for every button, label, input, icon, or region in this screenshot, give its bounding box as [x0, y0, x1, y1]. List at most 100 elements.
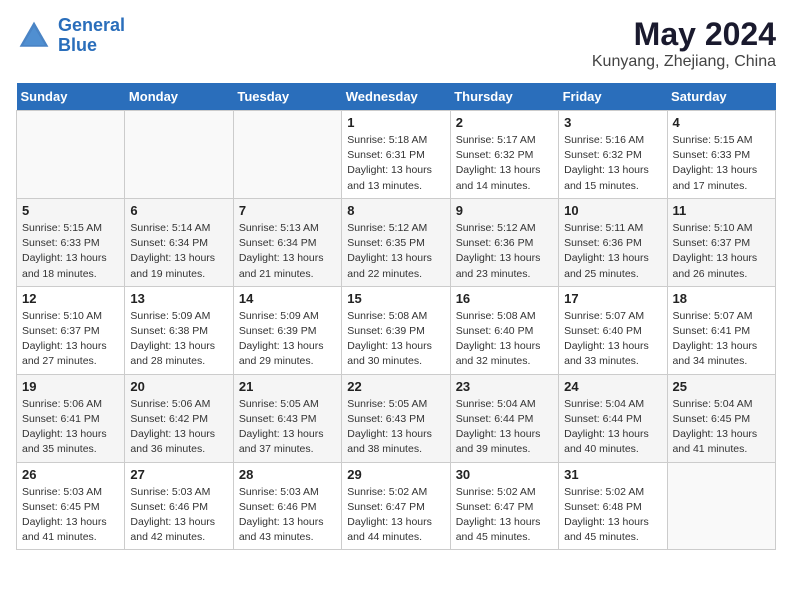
- calendar-cell: 17 Sunrise: 5:07 AM Sunset: 6:40 PM Dayli…: [559, 286, 667, 374]
- day-detail: Sunrise: 5:07 AM Sunset: 6:40 PM Dayligh…: [564, 309, 661, 370]
- day-detail: Sunrise: 5:07 AM Sunset: 6:41 PM Dayligh…: [673, 309, 770, 370]
- day-detail: Sunrise: 5:06 AM Sunset: 6:42 PM Dayligh…: [130, 397, 227, 458]
- day-number: 10: [564, 203, 661, 218]
- day-detail: Sunrise: 5:05 AM Sunset: 6:43 PM Dayligh…: [347, 397, 444, 458]
- header-day-tuesday: Tuesday: [233, 83, 341, 111]
- day-number: 28: [239, 467, 336, 482]
- header: General Blue May 2024 Kunyang, Zhejiang,…: [16, 16, 776, 71]
- calendar-header-row: SundayMondayTuesdayWednesdayThursdayFrid…: [17, 83, 776, 111]
- day-number: 31: [564, 467, 661, 482]
- day-detail: Sunrise: 5:02 AM Sunset: 6:47 PM Dayligh…: [347, 485, 444, 546]
- day-number: 17: [564, 291, 661, 306]
- day-detail: Sunrise: 5:05 AM Sunset: 6:43 PM Dayligh…: [239, 397, 336, 458]
- day-detail: Sunrise: 5:11 AM Sunset: 6:36 PM Dayligh…: [564, 221, 661, 282]
- calendar-cell: [667, 462, 775, 550]
- calendar-cell: 2 Sunrise: 5:17 AM Sunset: 6:32 PM Daylig…: [450, 111, 558, 199]
- week-row-4: 19Sunrise: 5:06 AM Sunset: 6:41 PM Dayli…: [17, 374, 776, 462]
- day-number: 3: [564, 115, 661, 130]
- week-row-2: 5Sunrise: 5:15 AM Sunset: 6:33 PM Daylig…: [17, 198, 776, 286]
- day-number: 19: [22, 379, 119, 394]
- day-detail: Sunrise: 5:09 AM Sunset: 6:38 PM Dayligh…: [130, 309, 227, 370]
- calendar-cell: 7 Sunrise: 5:13 AM Sunset: 6:34 PM Daylig…: [233, 198, 341, 286]
- calendar-cell: 23 Sunrise: 5:04 AM Sunset: 6:44 PM Dayli…: [450, 374, 558, 462]
- day-number: 25: [673, 379, 770, 394]
- calendar-cell: 18Sunrise: 5:07 AM Sunset: 6:41 PM Dayli…: [667, 286, 775, 374]
- title-area: May 2024 Kunyang, Zhejiang, China: [592, 16, 776, 71]
- header-day-friday: Friday: [559, 83, 667, 111]
- calendar-cell: 31 Sunrise: 5:02 AM Sunset: 6:48 PM Dayli…: [559, 462, 667, 550]
- day-number: 11: [673, 203, 770, 218]
- calendar-cell: 11 Sunrise: 5:10 AM Sunset: 6:37 PM Dayli…: [667, 198, 775, 286]
- day-detail: Sunrise: 5:17 AM Sunset: 6:32 PM Dayligh…: [456, 133, 553, 194]
- calendar-cell: 19Sunrise: 5:06 AM Sunset: 6:41 PM Dayli…: [17, 374, 125, 462]
- calendar-cell: 20 Sunrise: 5:06 AM Sunset: 6:42 PM Dayli…: [125, 374, 233, 462]
- day-number: 1: [347, 115, 444, 130]
- day-number: 6: [130, 203, 227, 218]
- calendar-cell: 28Sunrise: 5:03 AM Sunset: 6:46 PM Dayli…: [233, 462, 341, 550]
- calendar-cell: 30 Sunrise: 5:02 AM Sunset: 6:47 PM Dayli…: [450, 462, 558, 550]
- day-detail: Sunrise: 5:10 AM Sunset: 6:37 PM Dayligh…: [673, 221, 770, 282]
- day-detail: Sunrise: 5:04 AM Sunset: 6:44 PM Dayligh…: [456, 397, 553, 458]
- calendar-cell: 5Sunrise: 5:15 AM Sunset: 6:33 PM Daylig…: [17, 198, 125, 286]
- header-day-saturday: Saturday: [667, 83, 775, 111]
- calendar-cell: 10 Sunrise: 5:11 AM Sunset: 6:36 PM Dayli…: [559, 198, 667, 286]
- day-detail: Sunrise: 5:15 AM Sunset: 6:33 PM Dayligh…: [22, 221, 119, 282]
- day-detail: Sunrise: 5:04 AM Sunset: 6:45 PM Dayligh…: [673, 397, 770, 458]
- day-detail: Sunrise: 5:18 AM Sunset: 6:31 PM Dayligh…: [347, 133, 444, 194]
- calendar-cell: 29 Sunrise: 5:02 AM Sunset: 6:47 PM Dayli…: [342, 462, 450, 550]
- header-day-monday: Monday: [125, 83, 233, 111]
- day-detail: Sunrise: 5:03 AM Sunset: 6:45 PM Dayligh…: [22, 485, 119, 546]
- main-title: May 2024: [592, 16, 776, 53]
- calendar-cell: 16 Sunrise: 5:08 AM Sunset: 6:40 PM Dayli…: [450, 286, 558, 374]
- calendar-cell: [17, 111, 125, 199]
- day-number: 30: [456, 467, 553, 482]
- day-number: 7: [239, 203, 336, 218]
- day-detail: Sunrise: 5:02 AM Sunset: 6:47 PM Dayligh…: [456, 485, 553, 546]
- calendar-cell: 1 Sunrise: 5:18 AM Sunset: 6:31 PM Daylig…: [342, 111, 450, 199]
- calendar-cell: 27Sunrise: 5:03 AM Sunset: 6:46 PM Dayli…: [125, 462, 233, 550]
- header-day-sunday: Sunday: [17, 83, 125, 111]
- day-number: 23: [456, 379, 553, 394]
- day-detail: Sunrise: 5:12 AM Sunset: 6:35 PM Dayligh…: [347, 221, 444, 282]
- calendar-cell: 6 Sunrise: 5:14 AM Sunset: 6:34 PM Daylig…: [125, 198, 233, 286]
- day-number: 14: [239, 291, 336, 306]
- day-detail: Sunrise: 5:12 AM Sunset: 6:36 PM Dayligh…: [456, 221, 553, 282]
- week-row-1: 1 Sunrise: 5:18 AM Sunset: 6:31 PM Daylig…: [17, 111, 776, 199]
- day-number: 29: [347, 467, 444, 482]
- day-detail: Sunrise: 5:13 AM Sunset: 6:34 PM Dayligh…: [239, 221, 336, 282]
- calendar-cell: 4 Sunrise: 5:15 AM Sunset: 6:33 PM Daylig…: [667, 111, 775, 199]
- calendar-cell: 3Sunrise: 5:16 AM Sunset: 6:32 PM Daylig…: [559, 111, 667, 199]
- week-row-3: 12 Sunrise: 5:10 AM Sunset: 6:37 PM Dayli…: [17, 286, 776, 374]
- day-number: 12: [22, 291, 119, 306]
- day-detail: Sunrise: 5:10 AM Sunset: 6:37 PM Dayligh…: [22, 309, 119, 370]
- calendar-table: SundayMondayTuesdayWednesdayThursdayFrid…: [16, 83, 776, 550]
- logo-icon: [16, 18, 52, 54]
- week-row-5: 26Sunrise: 5:03 AM Sunset: 6:45 PM Dayli…: [17, 462, 776, 550]
- day-detail: Sunrise: 5:08 AM Sunset: 6:40 PM Dayligh…: [456, 309, 553, 370]
- day-number: 16: [456, 291, 553, 306]
- day-detail: Sunrise: 5:04 AM Sunset: 6:44 PM Dayligh…: [564, 397, 661, 458]
- calendar-cell: 13 Sunrise: 5:09 AM Sunset: 6:38 PM Dayli…: [125, 286, 233, 374]
- calendar-cell: 26Sunrise: 5:03 AM Sunset: 6:45 PM Dayli…: [17, 462, 125, 550]
- day-detail: Sunrise: 5:15 AM Sunset: 6:33 PM Dayligh…: [673, 133, 770, 194]
- day-detail: Sunrise: 5:02 AM Sunset: 6:48 PM Dayligh…: [564, 485, 661, 546]
- header-day-wednesday: Wednesday: [342, 83, 450, 111]
- calendar-cell: [233, 111, 341, 199]
- logo: General Blue: [16, 16, 125, 56]
- day-number: 2: [456, 115, 553, 130]
- calendar-cell: 12 Sunrise: 5:10 AM Sunset: 6:37 PM Dayli…: [17, 286, 125, 374]
- day-number: 21: [239, 379, 336, 394]
- subtitle: Kunyang, Zhejiang, China: [592, 53, 776, 71]
- day-number: 9: [456, 203, 553, 218]
- day-number: 4: [673, 115, 770, 130]
- day-detail: Sunrise: 5:08 AM Sunset: 6:39 PM Dayligh…: [347, 309, 444, 370]
- day-detail: Sunrise: 5:14 AM Sunset: 6:34 PM Dayligh…: [130, 221, 227, 282]
- day-number: 13: [130, 291, 227, 306]
- calendar-cell: 25 Sunrise: 5:04 AM Sunset: 6:45 PM Dayli…: [667, 374, 775, 462]
- day-number: 20: [130, 379, 227, 394]
- calendar-cell: [125, 111, 233, 199]
- calendar-cell: 22Sunrise: 5:05 AM Sunset: 6:43 PM Dayli…: [342, 374, 450, 462]
- day-detail: Sunrise: 5:09 AM Sunset: 6:39 PM Dayligh…: [239, 309, 336, 370]
- day-number: 8: [347, 203, 444, 218]
- day-number: 15: [347, 291, 444, 306]
